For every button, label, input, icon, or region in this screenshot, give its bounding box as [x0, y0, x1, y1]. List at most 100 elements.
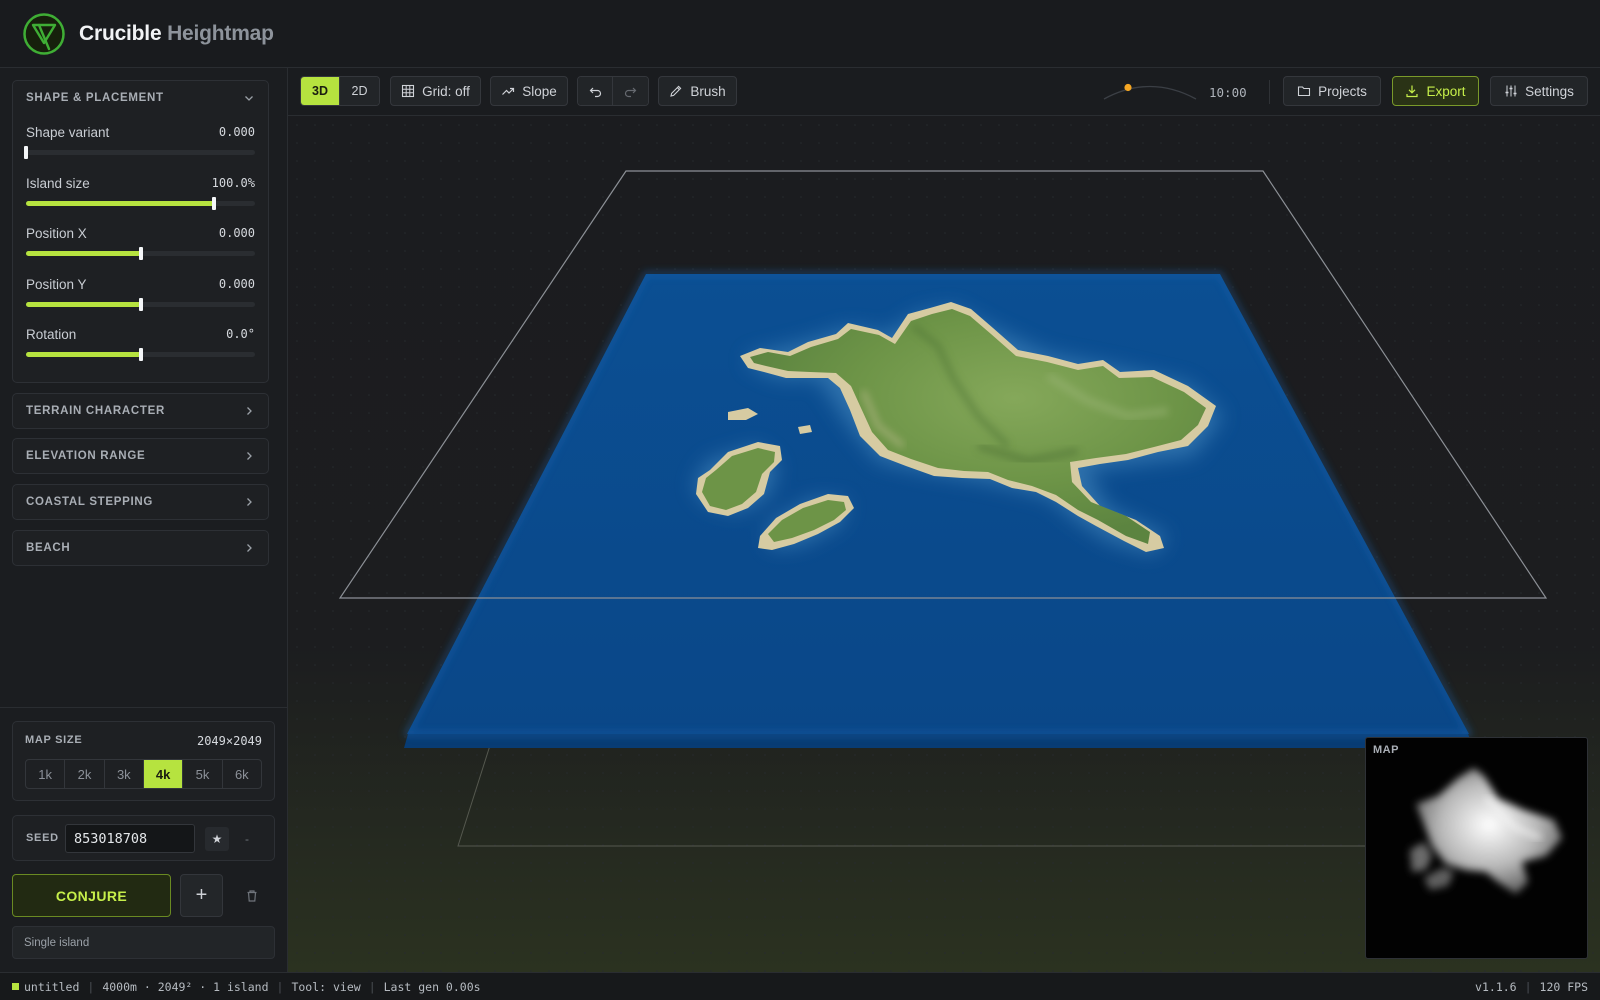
map-size-6k[interactable]: 6k — [223, 760, 261, 788]
slider-value: 100.0% — [211, 175, 255, 190]
grid-toggle-button[interactable]: Grid: off — [390, 76, 481, 106]
view-mode-toggle: 3D 2D — [300, 76, 380, 106]
sliders-icon — [1505, 85, 1517, 97]
terrain-character-panel[interactable]: TERRAIN CHARACTER — [12, 393, 269, 429]
slider-thumb[interactable] — [138, 247, 143, 260]
sun-position-slider[interactable] — [1100, 78, 1200, 102]
terrain-character-header[interactable]: TERRAIN CHARACTER — [13, 394, 268, 428]
conjure-button[interactable]: CONJURE — [12, 874, 171, 917]
seed-panel: SEED ★ - — [12, 815, 275, 861]
coastal-stepping-panel[interactable]: COASTAL STEPPING — [12, 484, 269, 520]
slider-label: Island size — [26, 175, 90, 191]
map-size-selector: 1k 2k 3k 4k 5k 6k — [25, 759, 262, 789]
beach-panel[interactable]: BEACH — [12, 530, 269, 566]
map-size-4k[interactable]: 4k — [143, 760, 184, 788]
map-size-5k[interactable]: 5k — [183, 760, 223, 788]
settings-label: Settings — [1525, 83, 1574, 99]
settings-button[interactable]: Settings — [1490, 76, 1588, 106]
3d-viewport[interactable]: MAP — [288, 116, 1600, 972]
elevation-range-header[interactable]: ELEVATION RANGE — [13, 439, 268, 473]
sun-icon[interactable] — [1124, 83, 1132, 92]
slider-thumb[interactable] — [24, 146, 28, 159]
time-of-day-value: 10:00 — [1209, 85, 1247, 100]
slider-fill — [26, 251, 141, 256]
download-icon — [1406, 85, 1419, 98]
brush-tool-button[interactable]: Brush — [658, 76, 737, 106]
chevron-right-icon — [247, 544, 252, 552]
status-separator: | — [87, 979, 95, 994]
status-tool: Tool: view — [291, 979, 361, 994]
map-size-3k[interactable]: 3k — [105, 760, 144, 788]
chevron-right-icon — [247, 452, 252, 460]
favorite-seed-star-icon[interactable]: ★ — [205, 827, 229, 851]
add-island-button[interactable]: + — [180, 874, 223, 917]
view-3d-button[interactable]: 3D — [301, 77, 341, 105]
undo-button[interactable] — [578, 77, 614, 105]
panel-title: TERRAIN CHARACTER — [26, 405, 166, 417]
slider-fill — [26, 352, 141, 357]
slider-track[interactable] — [24, 146, 255, 159]
map-size-value: 2049×2049 — [196, 734, 262, 748]
slider-shape-variant[interactable]: Shape variant 0.000 — [24, 115, 255, 166]
panel-title: SHAPE & PLACEMENT — [26, 92, 164, 104]
panel-title: COASTAL STEPPING — [26, 496, 154, 508]
panel-title: ELEVATION RANGE — [26, 450, 146, 462]
slider-position-y[interactable]: Position Y 0.000 — [26, 267, 255, 318]
projects-button[interactable]: Projects — [1283, 76, 1381, 106]
minimap[interactable]: MAP — [1365, 737, 1588, 959]
view-2d-button[interactable]: 2D — [340, 77, 379, 105]
status-last-gen: Last gen 0.00s — [383, 979, 481, 994]
export-button[interactable]: Export — [1392, 76, 1479, 106]
shape-placement-header[interactable]: SHAPE & PLACEMENT — [13, 81, 268, 115]
slider-label: Rotation — [26, 327, 77, 342]
export-label: Export — [1426, 83, 1466, 99]
status-dimensions: 4000m · 2049² · 1 island — [102, 979, 269, 994]
trending-up-icon — [502, 87, 515, 95]
seed-input[interactable] — [65, 824, 195, 853]
toolbar-divider — [1269, 80, 1270, 104]
slider-island-size[interactable]: Island size 100.0% — [26, 166, 255, 217]
status-bar: untitled | 4000m · 2049² · 1 island | To… — [0, 972, 1600, 1000]
folder-icon — [1298, 86, 1311, 97]
panel-title: BEACH — [26, 542, 71, 554]
status-right: v1.1.6 | 120 FPS — [1475, 980, 1588, 994]
slider-label: Position Y — [26, 276, 87, 292]
slider-position-x[interactable]: Position X 0.000 — [26, 216, 255, 267]
coastal-stepping-header[interactable]: COASTAL STEPPING — [13, 485, 268, 519]
water-slab-edge — [404, 734, 1474, 748]
slider-value: 0.0° — [226, 327, 255, 341]
slider-thumb[interactable] — [138, 348, 143, 361]
slider-label: Position X — [26, 226, 87, 241]
slope-label: Slope — [522, 83, 557, 99]
status-version: v1.1.6 — [1475, 980, 1517, 994]
slider-rotation[interactable]: Rotation 0.0° — [26, 317, 255, 368]
seed-extra-button[interactable]: - — [235, 827, 259, 851]
elevation-range-panel[interactable]: ELEVATION RANGE — [12, 438, 269, 474]
trash-icon[interactable] — [240, 884, 264, 908]
history-group — [577, 76, 649, 106]
slider-track[interactable] — [26, 348, 255, 361]
slider-fill — [26, 200, 214, 206]
slider-thumb[interactable] — [138, 297, 143, 311]
minimap-heightmap — [1410, 768, 1562, 894]
slider-track[interactable] — [26, 196, 255, 210]
viewport-toolbar: 3D 2D Grid: off Slope Brush 10:00 Projec… — [288, 68, 1600, 116]
slider-thumb[interactable] — [211, 196, 216, 210]
slider-track[interactable] — [26, 297, 255, 311]
status-separator: | — [1524, 980, 1532, 994]
slider-track[interactable] — [26, 247, 255, 260]
undo-icon — [589, 87, 601, 97]
map-size-2k[interactable]: 2k — [65, 760, 105, 788]
crucible-logo-icon — [23, 12, 65, 55]
brush-label: Brush — [690, 83, 726, 99]
seed-label: SEED — [26, 832, 59, 844]
app-title-primary: Crucible — [79, 21, 162, 45]
map-size-1k[interactable]: 1k — [26, 760, 66, 788]
slope-toggle-button[interactable]: Slope — [490, 76, 568, 106]
status-separator: | — [368, 979, 376, 994]
app-header: Crucible Heightmap — [0, 0, 1600, 68]
redo-button[interactable] — [613, 77, 648, 105]
app-title: Crucible Heightmap — [79, 22, 274, 46]
pencil-icon — [670, 85, 682, 97]
beach-header[interactable]: BEACH — [13, 531, 268, 565]
